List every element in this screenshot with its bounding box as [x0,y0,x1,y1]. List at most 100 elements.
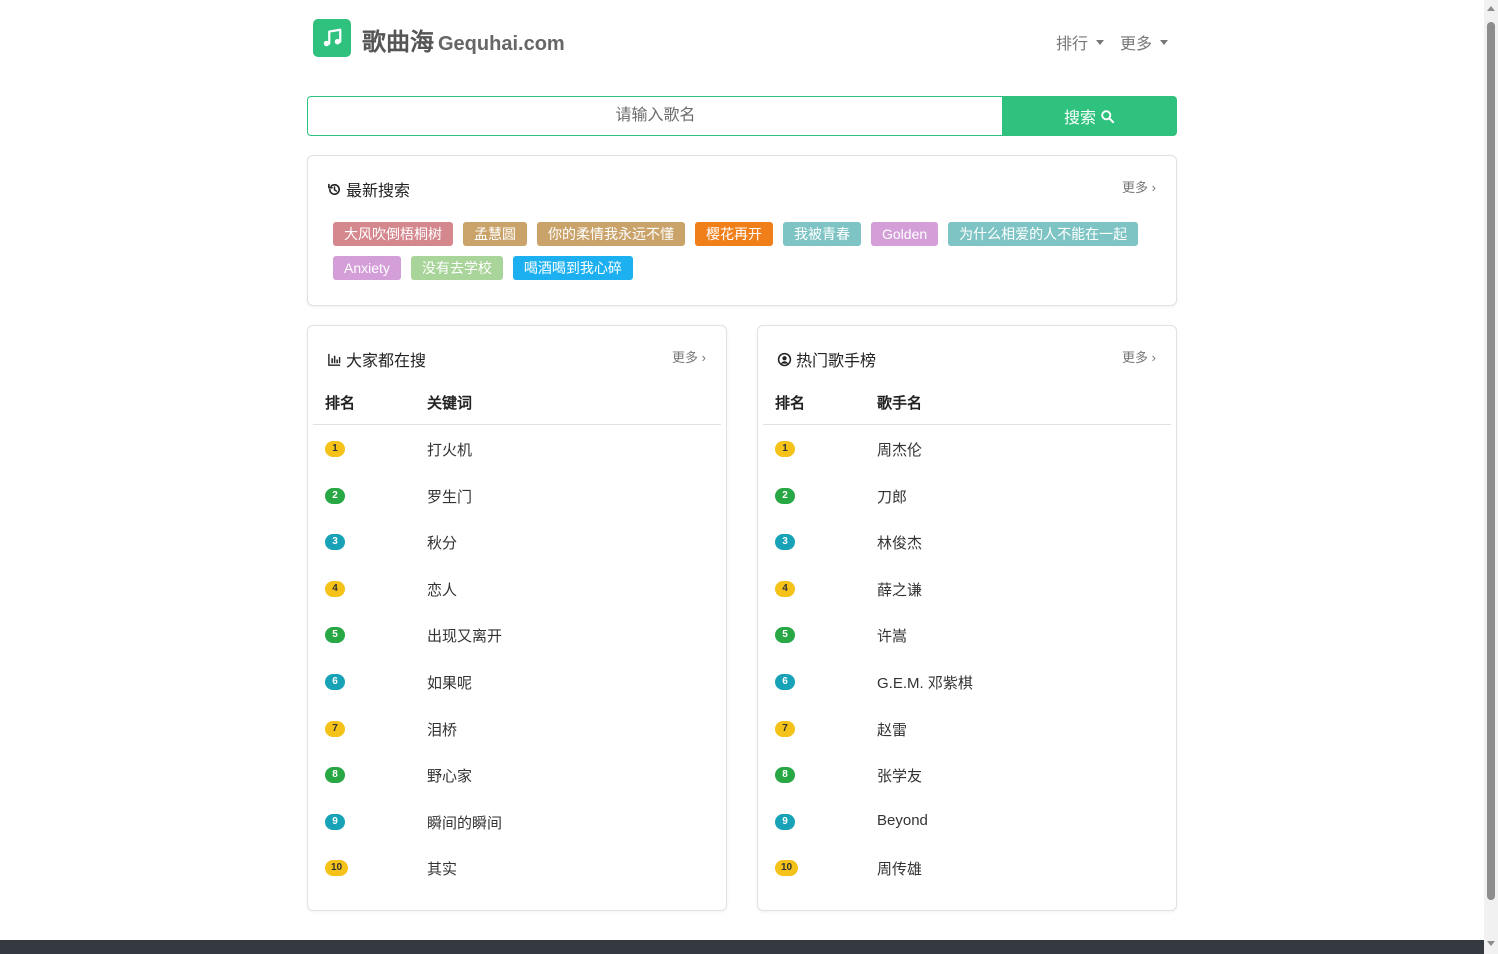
rank-badge: 1 [325,441,345,457]
scrollbar-thumb[interactable] [1487,22,1495,900]
recent-tag[interactable]: 大风吹倒梧桐树 [333,222,453,246]
list-item[interactable]: 10 周传雄 [758,844,1176,891]
list-item-text: Beyond [877,811,928,829]
hot-singers-title: 热门歌手榜 [777,347,876,371]
nav-more-dropdown[interactable]: 更多 [1120,30,1169,54]
popular-searches-card: 大家都在搜 更多 › 排名 关键词 1 打火机 2 罗生门 3 秋分 4 恋人 5 出现又离开 6 如… [307,325,727,911]
site-domain: Gequhai.com [438,33,565,55]
rank-badge: 10 [775,860,799,877]
list-item[interactable]: 6 G.E.M. 邓紫棋 [758,658,1176,705]
recent-tag[interactable]: Golden [871,222,939,246]
list-item[interactable]: 8 张学友 [758,751,1176,798]
nav-rank-label: 排行 [1056,36,1089,53]
list-item-text: 张学友 [877,768,923,786]
hot-singers-card: 热门歌手榜 更多 › 排名 歌手名 1 周杰伦 2 刀郎 3 林俊杰 4 薛之谦 5 许嵩 6 G.E… [757,325,1177,911]
rank-badge: 9 [775,813,795,830]
rank-badge: 4 [775,580,795,597]
bar-chart-icon [328,353,341,366]
list-item[interactable]: 4 薛之谦 [758,565,1176,612]
list-item[interactable]: 7 赵雷 [758,705,1176,752]
search-button[interactable]: 搜索 [1002,96,1177,136]
rank-badge: 6 [775,673,795,690]
list-item[interactable]: 4 恋人 [308,565,726,612]
rank-badge: 6 [325,673,345,690]
column-header-rank: 排名 [325,395,356,412]
list-item-text: 恋人 [427,581,458,599]
list-item-text: 野心家 [427,768,473,786]
column-header-keyword: 关键词 [427,395,473,412]
list-item-text: 刀郎 [877,488,908,506]
list-item[interactable]: 2 刀郎 [758,472,1176,519]
scrollbar[interactable] [1484,0,1498,954]
page: 歌曲海Gequhai.com 排行 更多 搜索 最新搜索 更多 › 大风吹倒梧桐… [0,0,1498,954]
popular-more-link[interactable]: 更多 › [672,347,706,366]
search-icon [1101,109,1115,123]
list-item-text: 薛之谦 [877,581,923,599]
list-item[interactable]: 7 泪桥 [308,705,726,752]
list-item-text: 瞬间的瞬间 [427,814,503,832]
list-item[interactable]: 9 Beyond [758,798,1176,845]
hot-singers-title-text: 热门歌手榜 [796,353,877,370]
search-input[interactable] [307,96,1003,136]
rank-badge: 3 [775,534,795,551]
list-item[interactable]: 3 秋分 [308,518,726,565]
music-note-icon [323,28,342,47]
site-name-cn: 歌曲海 [362,29,434,56]
nav-more-label: 更多 [1120,36,1153,53]
recent-tag[interactable]: 喝酒喝到我心碎 [512,256,633,280]
list-item-text: 如果呢 [427,674,473,692]
list-item[interactable]: 3 林俊杰 [758,518,1176,565]
caret-down-icon [1096,39,1105,45]
list-item[interactable]: 5 出现又离开 [308,611,726,658]
list-item-text: 泪桥 [427,721,458,739]
list-item-text: 打火机 [427,442,473,459]
singers-more-link[interactable]: 更多 › [1122,347,1156,366]
list-item[interactable]: 10 其实 [308,844,726,891]
list-item-text: 林俊杰 [877,535,923,553]
list-item[interactable]: 9 瞬间的瞬间 [308,798,726,845]
nav-rank-dropdown[interactable]: 排行 [1056,30,1105,54]
list-item-text: 周杰伦 [877,442,923,459]
rank-badge: 7 [775,720,795,737]
scroll-up-arrow-icon[interactable] [1487,6,1495,11]
popular-searches-title: 大家都在搜 [327,347,426,371]
list-item-text: 秋分 [427,535,458,553]
list-item[interactable]: 5 许嵩 [758,611,1176,658]
list-item[interactable]: 1 打火机 [308,425,726,472]
list-item-text: 罗生门 [427,488,473,506]
recent-searches-title: 最新搜索 [327,177,410,201]
search-button-label: 搜索 [1063,110,1096,127]
list-item-text: 许嵩 [877,628,908,646]
recent-tag[interactable]: 我被青春 [783,222,861,246]
caret-down-icon [1160,39,1169,45]
site-name[interactable]: 歌曲海 Gequhai.com [362,22,565,57]
recent-tag[interactable]: 为什么相爱的人不能在一起 [948,222,1139,246]
recent-tag[interactable]: 没有去学校 [410,256,503,280]
recent-tag[interactable]: 你的柔情我永远不懂 [537,222,685,246]
recent-tag[interactable]: 孟慧圆 [463,222,527,246]
user-circle-icon [777,352,792,366]
rank-badge: 8 [325,767,345,784]
footer-bar [0,940,1484,954]
list-item[interactable]: 8 野心家 [308,751,726,798]
recent-more-link[interactable]: 更多 › [1122,177,1156,196]
rank-badge: 2 [775,487,795,504]
recent-tag[interactable]: 樱花再开 [695,222,773,246]
rank-badge: 4 [325,580,345,597]
recent-searches-title-text: 最新搜索 [346,183,411,200]
column-header-singer: 歌手名 [877,395,923,412]
recent-searches-card: 最新搜索 更多 › 大风吹倒梧桐树 孟慧圆 你的柔情我永远不懂 樱花再开 我被青春 Gol… [307,155,1177,306]
singers-list: 1 周杰伦 2 刀郎 3 林俊杰 4 薛之谦 5 许嵩 6 G.E.M. 邓紫棋 7 赵雷 8 张学友 9 Bey… [758,425,1176,891]
rank-badge: 5 [325,627,345,644]
list-item[interactable]: 2 罗生门 [308,472,726,519]
site-logo[interactable] [313,19,351,57]
rank-badge: 10 [325,860,349,877]
list-item-text: G.E.M. 邓紫棋 [877,674,973,692]
recent-tag[interactable]: Anxiety [333,256,401,280]
list-item[interactable]: 6 如果呢 [308,658,726,705]
scroll-down-arrow-icon[interactable] [1487,941,1495,946]
list-item-text: 其实 [427,861,458,879]
list-item-text: 赵雷 [877,721,908,739]
popular-list: 1 打火机 2 罗生门 3 秋分 4 恋人 5 出现又离开 6 如果呢 7 泪桥 8 野心家 9 瞬间的瞬间 10 其… [308,425,726,891]
list-item[interactable]: 1 周杰伦 [758,425,1176,472]
